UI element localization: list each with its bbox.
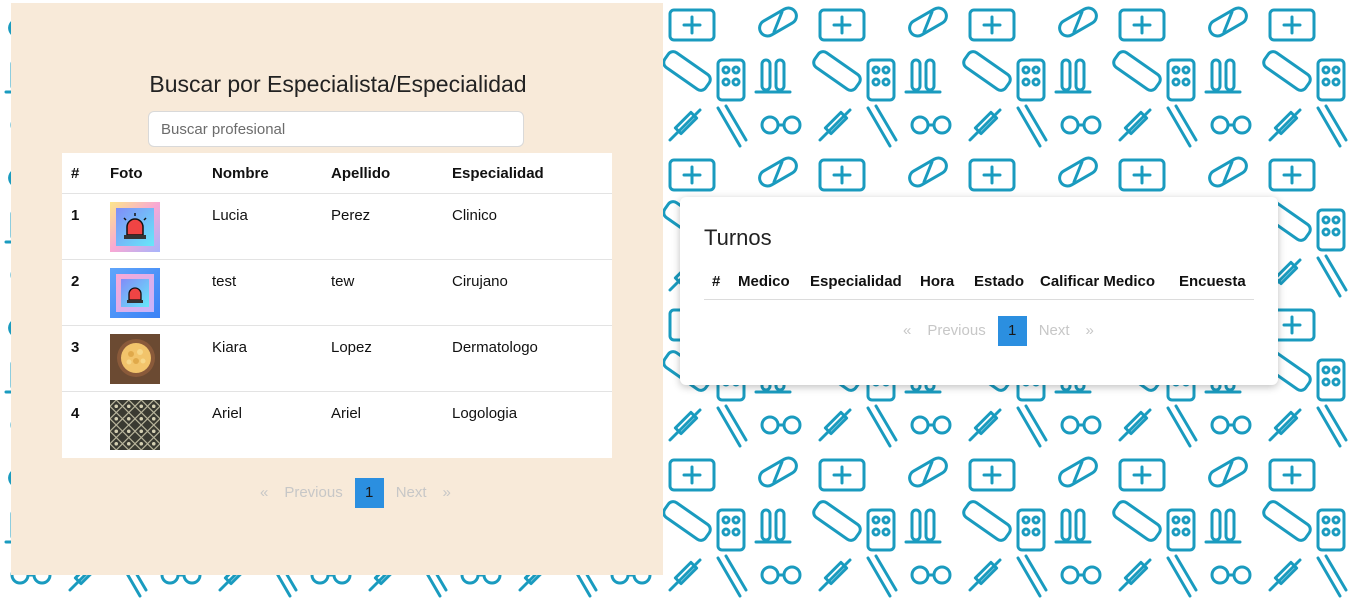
row-apellido: Perez [322,193,443,260]
turnos-title: Turnos [704,225,772,250]
professionals-table: # Foto Nombre Apellido Especialidad 1 Lu… [62,153,612,458]
photo-cell [101,259,203,326]
pagination-professionals: « Previous 1 Next » [252,478,459,508]
turnos-col-estado: Estado [974,272,1025,290]
col-header-especialidad: Especialidad [443,153,612,194]
col-header-num: # [62,153,101,194]
col-header-apellido: Apellido [322,153,443,194]
row-num: 2 [62,259,101,326]
turnos-col-medico: Medico [738,272,790,290]
pagination-next[interactable]: Next [388,478,435,508]
turnos-col-calificar: Calificar Medico [1040,272,1156,290]
siren-image [110,268,160,318]
pagination-previous[interactable]: Previous [276,478,350,508]
table-header-row: # Foto Nombre Apellido Especialidad [62,153,612,194]
table-row[interactable]: 4 Ariel Ariel Logologia [62,392,612,458]
turnos-col-hora: Hora [920,272,955,290]
search-panel: Buscar por Especialista/Especialidad # F… [11,3,663,575]
row-num: 1 [62,193,101,260]
search-input[interactable] [148,111,524,147]
pagination-page-1[interactable]: 1 [997,316,1027,346]
row-especialidad: Dermatologo [443,325,612,392]
table-row[interactable]: 3 Kiara Lopez Dermatologo [62,325,612,392]
pagination-next[interactable]: Next [1031,316,1078,346]
pagination-turnos: « Previous 1 Next » [895,316,1102,346]
table-row[interactable]: 1 Lucia Perez Clinico [62,193,612,260]
search-title: Buscar por Especialista/Especialidad [149,71,527,97]
turnos-col-especialidad: Especialidad [810,272,902,290]
row-nombre: Ariel [212,405,243,422]
table-row[interactable]: 2 test tew Cirujano [62,259,612,326]
pagination-first[interactable]: « [895,316,919,346]
pagination-page-1[interactable]: 1 [354,478,384,508]
pattern-tile-image [110,400,160,450]
col-header-foto: Foto [101,153,203,194]
pagination-first[interactable]: « [252,478,276,508]
pagination-last[interactable]: » [435,478,459,508]
pagination-last[interactable]: » [1078,316,1102,346]
row-especialidad: Clinico [443,193,612,260]
row-nombre: test [203,259,322,326]
pagination-previous[interactable]: Previous [919,316,993,346]
photo-cell [101,392,203,458]
photo-cell [101,325,203,392]
row-nombre: Kiara [203,325,322,392]
row-nombre: Lucia [203,193,322,260]
row-apellido: Lopez [322,325,443,392]
row-especialidad: Cirujano [443,259,612,326]
row-apellido: tew [322,259,443,326]
turnos-col-encuesta: Encuesta [1179,272,1246,290]
col-header-nombre: Nombre [203,153,322,194]
turnos-col-num: # [712,272,721,290]
row-num: 3 [62,325,101,392]
row-especialidad: Logologia [452,405,518,422]
turnos-table-header: # Medico Especialidad Hora Estado Califi… [704,263,1254,300]
food-bowl-image [110,334,160,384]
photo-cell [101,193,203,260]
row-apellido: Ariel [331,405,362,422]
turnos-card: Turnos # Medico Especialidad Hora Estado… [680,197,1278,385]
siren-image [110,202,160,252]
row-num: 4 [71,405,80,422]
